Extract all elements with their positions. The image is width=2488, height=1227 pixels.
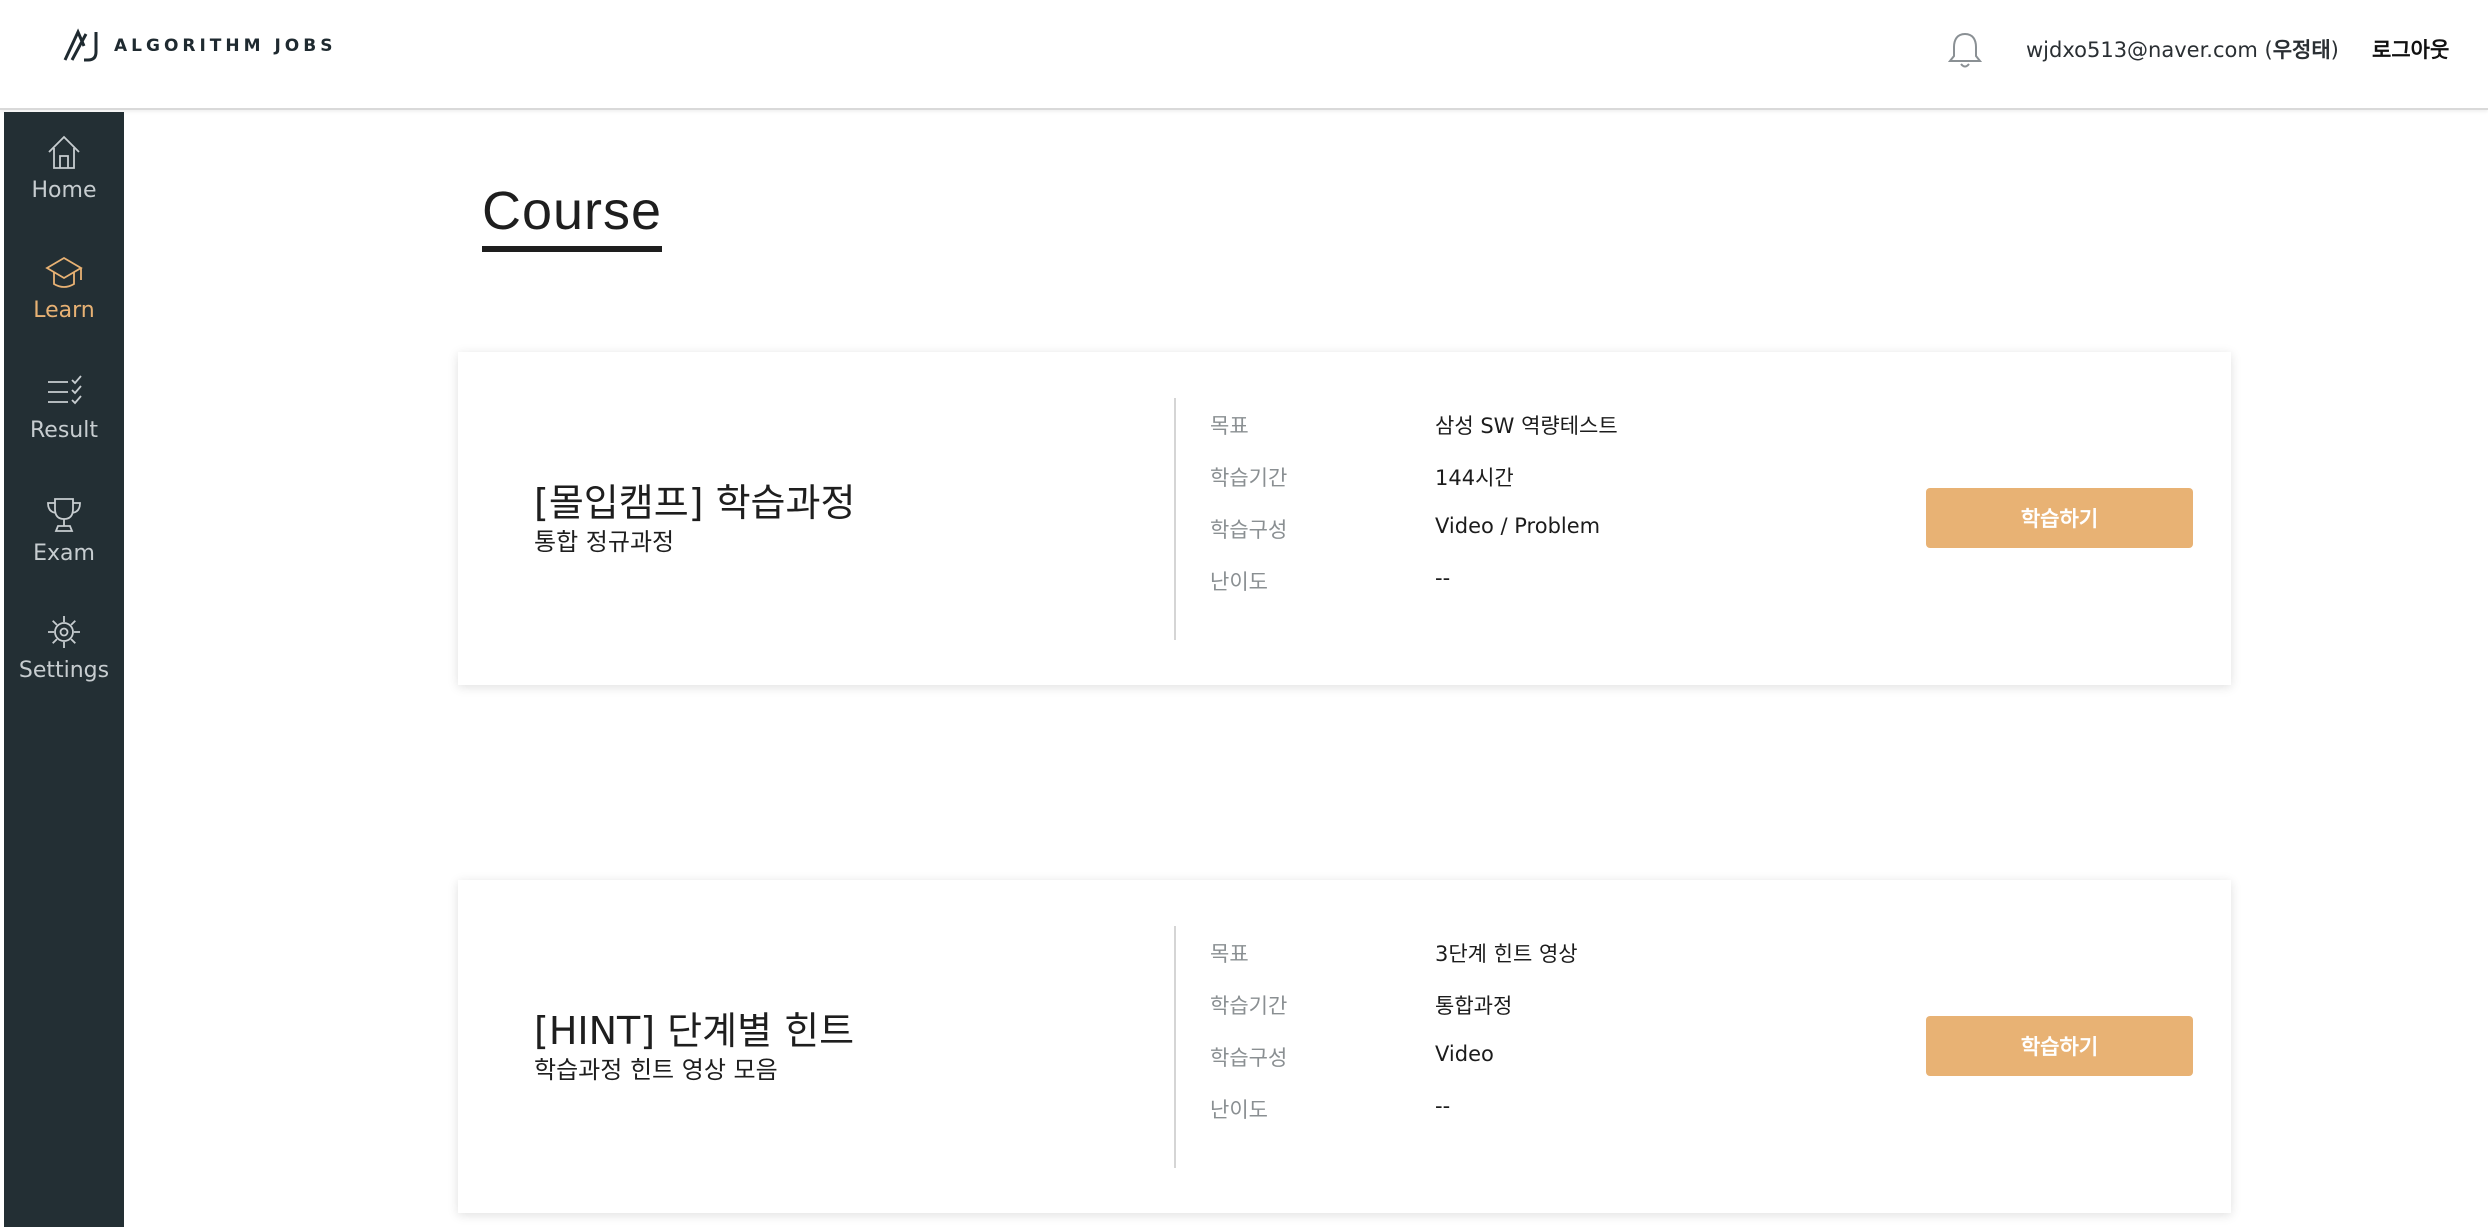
info-value: Video / Problem [1435,514,1601,538]
logo[interactable]: ALGORITHM JOBS [62,28,336,64]
card-divider [1174,926,1176,1168]
info-key: 목표 [1210,414,1249,438]
info-row-composition: 학습구성 Video [1210,1042,1810,1072]
info-row-period: 학습기간 144시간 [1210,462,1810,492]
trophy-icon [47,498,81,532]
sidebar-item-home[interactable]: Home [4,132,124,203]
course-title: [HINT] 단계별 힌트 [534,1009,855,1053]
gear-icon [48,616,80,648]
user-account[interactable]: wjdxo513@naver.com (우정태) [2026,34,2339,64]
course-subtitle: 통합 정규과정 [534,528,675,556]
graduation-cap-icon [45,256,83,288]
sidebar-item-label: Learn [33,298,95,323]
sidebar-item-result[interactable]: Result [4,372,124,443]
sidebar-item-exam[interactable]: Exam [4,495,124,566]
page-title: Course [482,180,663,253]
info-row-goal: 목표 삼성 SW 역량테스트 [1210,410,1810,440]
info-value: 3단계 힌트 영상 [1435,942,1578,966]
user-name-text: 우정태 [2272,38,2331,62]
logout-button[interactable]: 로그아웃 [2372,34,2449,64]
info-row-difficulty: 난이도 -- [1210,1094,1810,1124]
sidebar-item-learn[interactable]: Learn [4,252,124,323]
sidebar-item-settings[interactable]: Settings [4,612,124,683]
checklist-icon [48,375,82,405]
sidebar-item-label: Result [30,418,98,443]
info-key: 난이도 [1210,570,1268,594]
sidebar-item-label: Exam [33,541,95,566]
info-key: 학습기간 [1210,994,1288,1018]
info-row-difficulty: 난이도 -- [1210,566,1810,596]
sidebar: Home Learn Result Exam Settings [4,112,124,1227]
logo-text: ALGORITHM JOBS [114,36,337,56]
info-key: 목표 [1210,942,1249,966]
info-row-composition: 학습구성 Video / Problem [1210,514,1810,544]
card-divider [1174,398,1176,640]
info-row-period: 학습기간 통합과정 [1210,990,1810,1020]
info-value: -- [1435,566,1451,590]
info-value: Video [1435,1042,1494,1066]
top-header: ALGORITHM JOBS wjdxo513@naver.com (우정태) … [0,0,2488,110]
notification-bell-icon[interactable] [1946,30,1984,70]
info-key: 학습구성 [1210,518,1288,542]
info-key: 난이도 [1210,1098,1268,1122]
course-card: [몰입캠프] 학습과정 통합 정규과정 목표 삼성 SW 역량테스트 학습기간 … [458,352,2231,685]
sidebar-item-label: Settings [18,658,110,683]
course-card: [HINT] 단계별 힌트 학습과정 힌트 영상 모음 목표 3단계 힌트 영상… [458,880,2231,1213]
start-learning-button[interactable]: 학습하기 [1926,488,2193,548]
start-learning-button[interactable]: 학습하기 [1926,1016,2193,1076]
home-icon [48,135,80,169]
user-email-text: wjdxo513@naver.com [2026,38,2258,62]
info-value: -- [1435,1094,1451,1118]
sidebar-item-label: Home [31,178,97,203]
course-subtitle: 학습과정 힌트 영상 모음 [534,1056,778,1084]
logo-mark-icon [63,28,98,62]
info-key: 학습구성 [1210,1046,1288,1070]
info-row-goal: 목표 3단계 힌트 영상 [1210,938,1810,968]
info-value: 144시간 [1435,466,1514,490]
course-title: [몰입캠프] 학습과정 [534,481,856,525]
info-key: 학습기간 [1210,466,1288,490]
info-value: 통합과정 [1435,994,1513,1018]
info-value: 삼성 SW 역량테스트 [1435,414,1618,438]
